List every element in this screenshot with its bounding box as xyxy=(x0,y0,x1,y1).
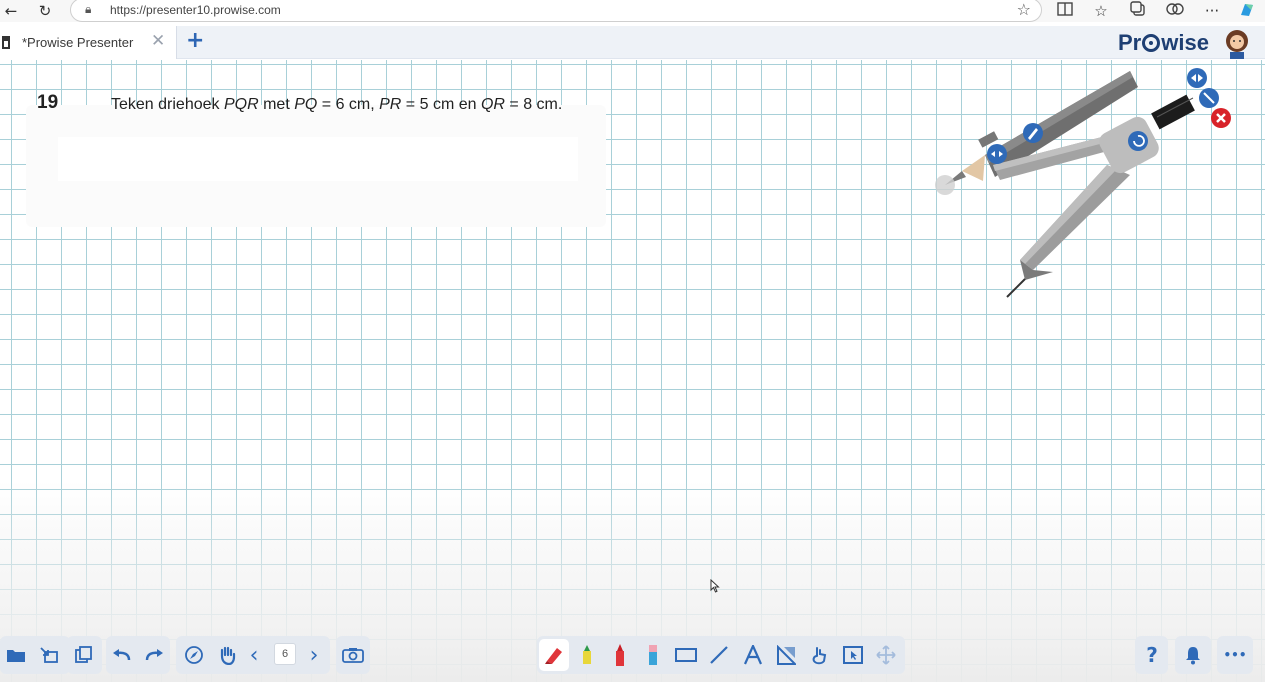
more-icon[interactable]: ··· xyxy=(1202,1,1222,21)
resize-icon[interactable] xyxy=(1199,88,1219,108)
tool-pen-icon[interactable] xyxy=(605,636,635,674)
logo-o xyxy=(1142,34,1161,52)
document-icon xyxy=(2,36,10,49)
prowise-logo: Pr wise xyxy=(1118,30,1209,55)
question-number: 19 xyxy=(37,92,59,113)
compass-tool[interactable] xyxy=(925,65,1235,300)
question-text-part: PR xyxy=(379,96,402,113)
question-text-part: = 8 cm. xyxy=(504,96,563,113)
toolbar-group-pages xyxy=(67,636,102,674)
question-text-part: QR xyxy=(480,96,505,113)
tab-close-icon[interactable]: ✕ xyxy=(151,31,165,51)
question-text-part: met xyxy=(258,96,295,113)
camera-icon[interactable] xyxy=(338,636,368,674)
tool-marker-icon[interactable] xyxy=(539,639,569,671)
app-tab-bar: *Prowise Presenter ✕ + Pr wise xyxy=(0,26,1265,59)
question-text-part: Teken driehoek xyxy=(111,96,224,113)
question-card[interactable] xyxy=(26,105,606,227)
extensions-icon[interactable] xyxy=(1165,1,1185,21)
toolbar-group-history xyxy=(106,636,170,674)
document-tab[interactable]: *Prowise Presenter ✕ xyxy=(0,26,177,59)
split-view-icon[interactable] xyxy=(1055,1,1075,21)
page-number[interactable]: 6 xyxy=(274,643,296,665)
browser-toolbar: ← ↻ 🔒︎ https://presenter10.prowise.com ☆… xyxy=(0,0,1265,22)
next-page-button[interactable]: › xyxy=(302,636,326,674)
question-text: Teken driehoek PQR met PQ = 6 cm, PR = 5… xyxy=(111,96,562,114)
tool-eraser-icon[interactable] xyxy=(638,636,668,674)
folder-icon[interactable] xyxy=(1,636,31,674)
tool-highlighter-icon[interactable] xyxy=(572,636,602,674)
tool-geometry-icon[interactable] xyxy=(771,636,801,674)
star-icon[interactable]: ☆ xyxy=(1017,0,1031,19)
redo-icon[interactable] xyxy=(139,636,169,674)
hand-icon[interactable] xyxy=(212,636,242,674)
toolbar-group-file xyxy=(0,636,70,674)
whiteboard-canvas[interactable] xyxy=(0,60,1265,682)
close-icon[interactable] xyxy=(1211,108,1231,128)
tool-touch-icon[interactable] xyxy=(804,636,834,674)
toolbar-group-notifications xyxy=(1175,636,1211,674)
compass-needle-arm[interactable] xyxy=(1006,165,1130,298)
pencil-point-handle[interactable] xyxy=(935,175,955,195)
question-text-part: PQR xyxy=(223,96,259,113)
question-text-part: = 6 cm, xyxy=(317,96,380,113)
tool-line-icon[interactable] xyxy=(704,636,734,674)
help-button[interactable]: ? xyxy=(1137,636,1167,674)
mirror-icon[interactable] xyxy=(1187,68,1207,88)
copilot-icon[interactable] xyxy=(1237,1,1257,21)
mouse-cursor-icon xyxy=(710,579,720,593)
undo-icon[interactable] xyxy=(107,636,137,674)
tool-select-icon[interactable] xyxy=(838,636,868,674)
tool-rectangle-icon[interactable] xyxy=(671,636,701,674)
pages-icon[interactable] xyxy=(69,636,99,674)
address-bar[interactable]: 🔒︎ https://presenter10.prowise.com ☆ xyxy=(70,0,1042,22)
move-tool-icon[interactable] xyxy=(871,636,901,674)
collections-icon[interactable] xyxy=(1128,1,1148,21)
toolbar-group-navigation: ‹ 6 › xyxy=(176,636,330,674)
question-text-part: PQ xyxy=(294,96,318,113)
bell-icon[interactable] xyxy=(1178,636,1208,674)
tool-text-icon[interactable] xyxy=(738,636,768,674)
back-arrow-icon[interactable]: ← xyxy=(1,1,21,21)
reload-icon[interactable]: ↻ xyxy=(35,1,55,21)
lock-icon[interactable]: 🔒︎ xyxy=(85,2,91,17)
tab-title: *Prowise Presenter xyxy=(22,35,134,50)
toolbar-group-capture xyxy=(336,636,370,674)
question-text-part: = 5 cm en xyxy=(401,96,481,113)
compass-icon[interactable] xyxy=(179,636,209,674)
rotate-icon[interactable] xyxy=(1128,131,1148,151)
toolbar-group-tools xyxy=(537,636,905,674)
toolbar-group-help: ? xyxy=(1135,636,1168,674)
more-menu-button[interactable]: ••• xyxy=(1220,636,1250,674)
user-avatar[interactable] xyxy=(1222,27,1252,59)
favorites-icon[interactable]: ☆ xyxy=(1091,1,1111,21)
pencil-icon[interactable] xyxy=(1023,123,1043,143)
question-inner xyxy=(58,137,578,181)
new-tab-button[interactable]: + xyxy=(186,28,204,53)
import-icon[interactable] xyxy=(34,636,64,674)
move-icon[interactable] xyxy=(987,144,1007,164)
previous-page-button[interactable]: ‹ xyxy=(242,636,266,674)
address-url[interactable]: https://presenter10.prowise.com xyxy=(110,3,281,17)
toolbar-group-more: ••• xyxy=(1217,636,1253,674)
